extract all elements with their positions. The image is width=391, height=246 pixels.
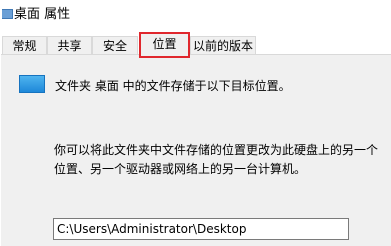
tab-general[interactable]: 常规 <box>2 36 47 56</box>
tab-location[interactable]: 位置 <box>139 32 190 58</box>
location-description: 文件夹 桌面 中的文件存储于以下目标位置。 <box>55 79 291 93</box>
window-title: 桌面 属性 <box>14 7 71 22</box>
title-bar: 桌面 属性 <box>0 0 391 32</box>
folder-icon <box>19 75 45 93</box>
tab-security[interactable]: 安全 <box>92 36 138 56</box>
tab-previous-versions[interactable]: 以前的版本 <box>190 36 256 56</box>
location-info-line2: 位置、另一个驱动器或网络上的另一台计算机。 <box>54 162 307 176</box>
tab-sharing[interactable]: 共享 <box>47 36 92 56</box>
tab-strip: 常规 共享 安全 位置 以前的版本 <box>0 32 391 58</box>
location-info-line1: 你可以将此文件夹中文件存储的位置更改为此硬盘上的另一个 <box>54 143 379 157</box>
location-path-input[interactable] <box>53 218 349 240</box>
